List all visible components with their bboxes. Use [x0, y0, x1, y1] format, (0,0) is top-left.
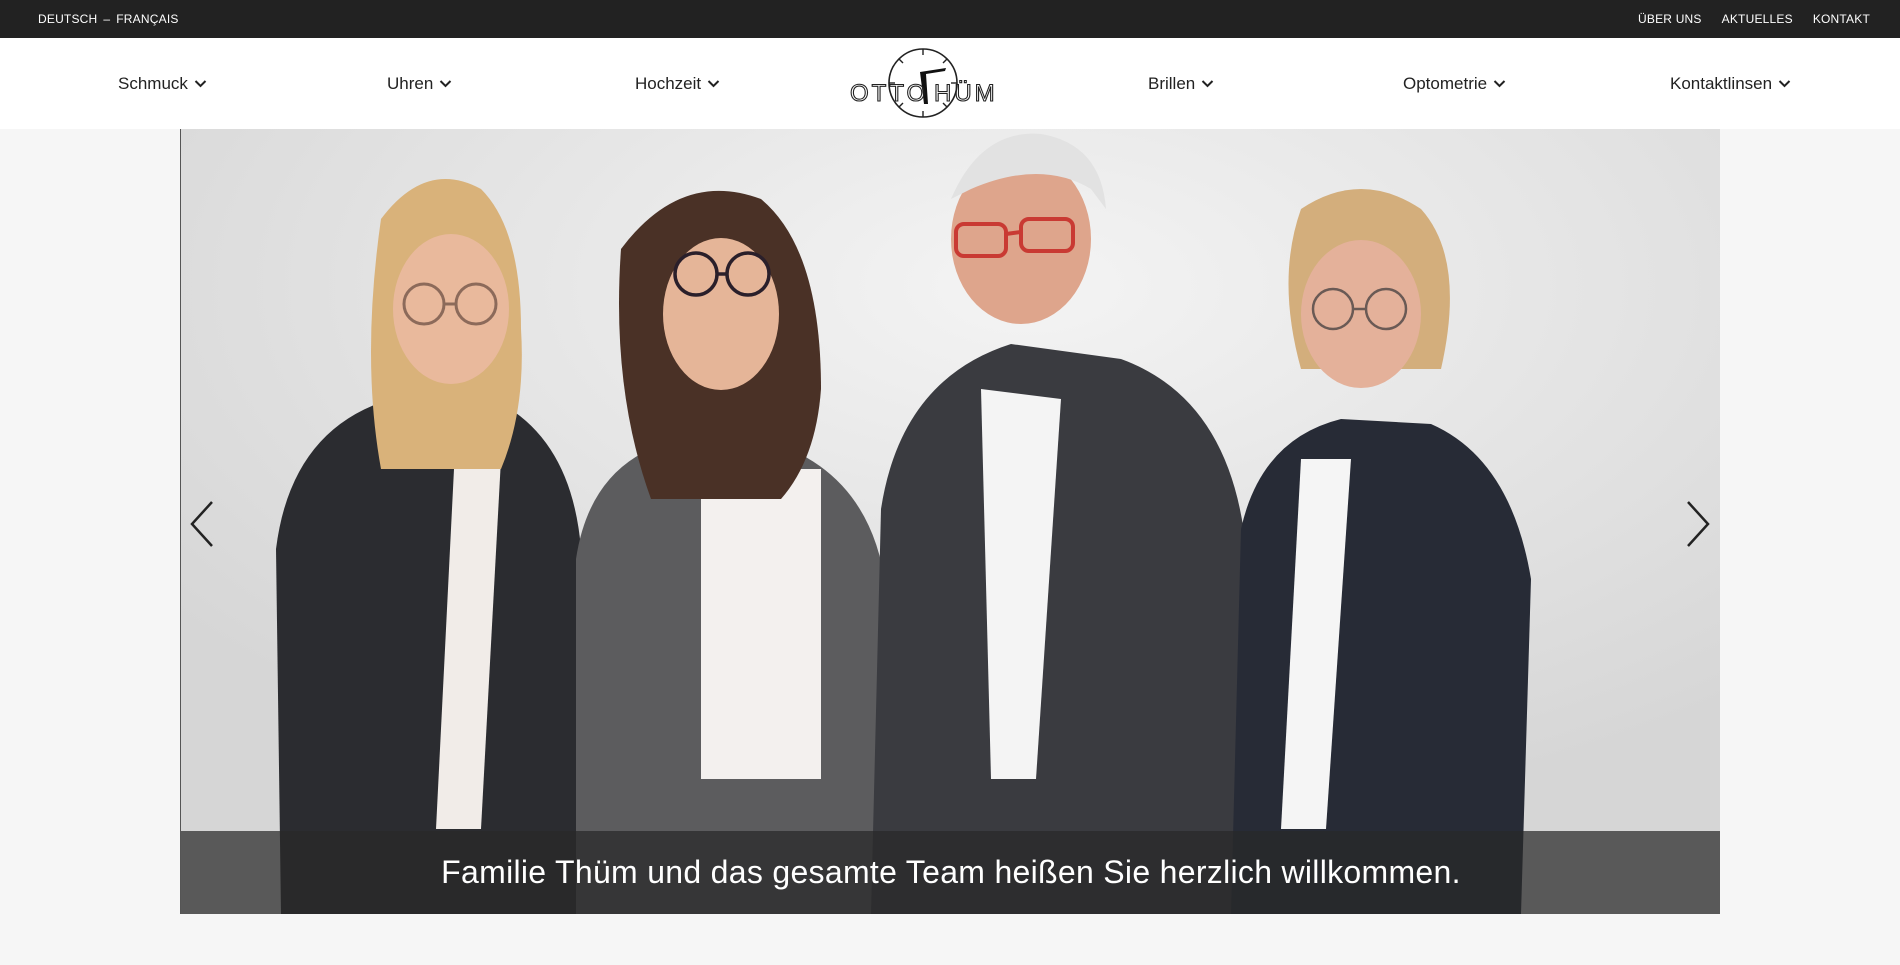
nav-label: Hochzeit	[635, 73, 702, 93]
aktuelles-link[interactable]: AKTUELLES	[1722, 12, 1793, 26]
nav-label: Uhren	[387, 73, 434, 93]
hero-slider: Familie Thüm und das gesamte Team heißen…	[0, 129, 1900, 965]
chevron-down-icon	[194, 80, 207, 88]
chevron-right-icon	[1687, 501, 1710, 547]
otto-thuem-logo[interactable]: OTTO HÜM	[848, 44, 998, 122]
nav-item-optometrie[interactable]: Optometrie	[1403, 38, 1506, 129]
nav-label: Optometrie	[1403, 73, 1488, 93]
slide-team-photo: Familie Thüm und das gesamte Team heißen…	[180, 129, 1720, 914]
team-photo-image	[181, 129, 1720, 914]
nav-label: Brillen	[1148, 73, 1196, 93]
chevron-down-icon	[440, 80, 452, 88]
svg-text:OTTO: OTTO	[850, 80, 928, 107]
svg-text:HÜM: HÜM	[934, 80, 998, 107]
ueber-uns-link[interactable]: ÜBER UNS	[1638, 12, 1702, 26]
nav-item-uhren[interactable]: Uhren	[387, 38, 452, 129]
nav-item-hochzeit[interactable]: Hochzeit	[635, 38, 720, 129]
nav-item-kontaktlinsen[interactable]: Kontaktlinsen	[1670, 38, 1791, 129]
nav-item-brillen[interactable]: Brillen	[1148, 38, 1214, 129]
language-switcher: DEUTSCH – FRANÇAIS	[38, 12, 179, 26]
slider-prev-button[interactable]	[188, 499, 218, 549]
logo-mark-icon: OTTO HÜM	[849, 48, 998, 118]
main-navigation: Schmuck Uhren Hochzeit OTTO HÜM Brillen …	[0, 38, 1900, 129]
nav-item-schmuck[interactable]: Schmuck	[118, 38, 207, 129]
chevron-down-icon	[1202, 80, 1214, 88]
top-bar: DEUTSCH – FRANÇAIS ÜBER UNS AKTUELLES KO…	[0, 0, 1900, 38]
chevron-down-icon	[1493, 80, 1506, 88]
chevron-down-icon	[1778, 80, 1791, 88]
chevron-down-icon	[707, 80, 720, 88]
lang-separator: –	[103, 12, 111, 26]
nav-label: Schmuck	[118, 73, 188, 93]
slider-next-button[interactable]	[1682, 499, 1712, 549]
nav-label: Kontaktlinsen	[1670, 73, 1773, 93]
lang-francais-link[interactable]: FRANÇAIS	[116, 12, 178, 26]
slide-caption: Familie Thüm und das gesamte Team heißen…	[181, 831, 1720, 914]
top-links: ÜBER UNS AKTUELLES KONTAKT	[1638, 12, 1870, 26]
chevron-left-icon	[190, 501, 213, 547]
lang-deutsch-link[interactable]: DEUTSCH	[38, 12, 97, 26]
kontakt-link[interactable]: KONTAKT	[1813, 12, 1870, 26]
